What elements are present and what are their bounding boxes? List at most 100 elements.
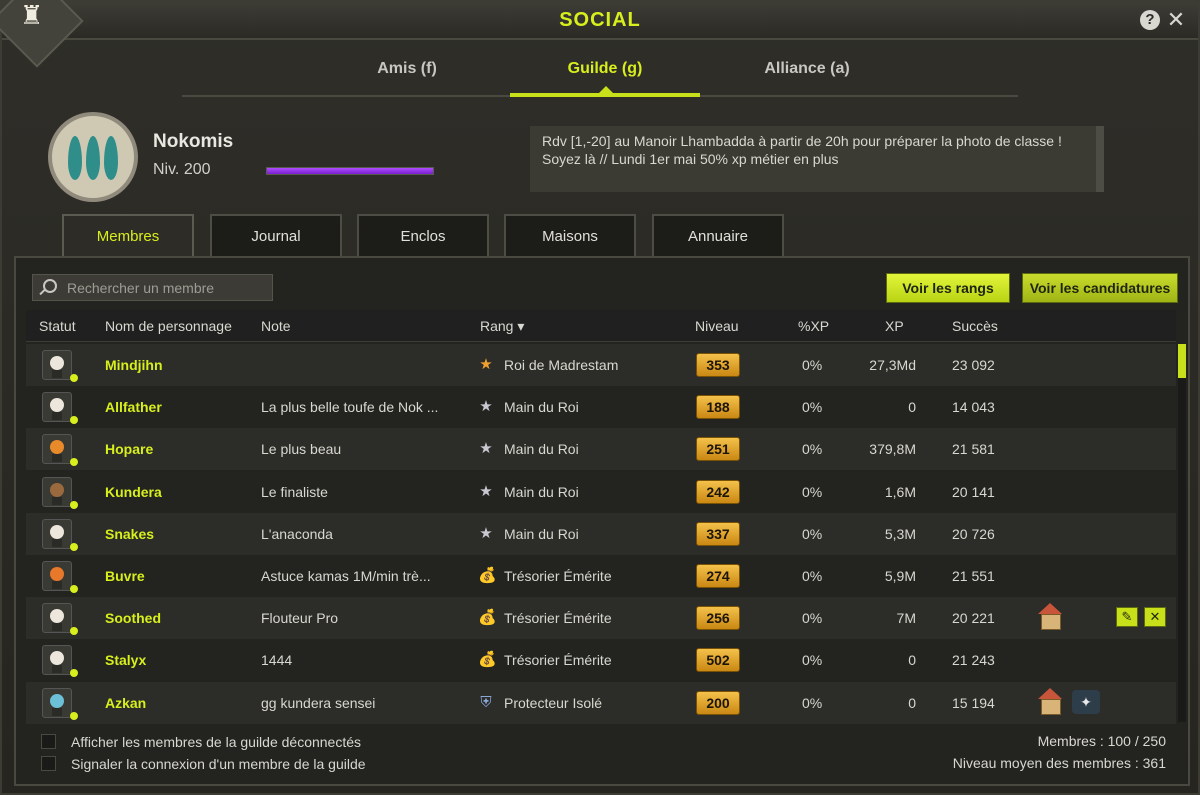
member-rank: Main du Roi	[504, 525, 579, 542]
notify-login-label: Signaler la connexion d'un membre de la …	[71, 756, 366, 772]
member-note: Le finaliste	[261, 483, 328, 500]
view-ranks-button[interactable]: Voir les rangs	[886, 273, 1010, 303]
subtab-journal[interactable]: Journal	[210, 214, 342, 256]
edit-member-button[interactable]: ✎	[1116, 607, 1138, 628]
member-xp-percent: 0%	[802, 441, 823, 458]
subtab-directory[interactable]: Annuaire	[652, 214, 784, 256]
member-xp: 5,9M	[884, 568, 916, 584]
member-rank: Roi de Madrestam	[504, 357, 619, 373]
avatar[interactable]	[42, 518, 72, 549]
silver-star-icon: ★	[479, 524, 493, 542]
guild-message-of-the-day: Rdv [1,-20] au Manoir Lhambadda à partir…	[530, 126, 1104, 192]
col-note[interactable]: Note	[261, 318, 291, 334]
level-badge: 337	[696, 521, 740, 546]
online-status-icon	[70, 458, 78, 467]
online-status-icon	[70, 416, 78, 425]
online-status-icon	[70, 542, 78, 551]
member-name[interactable]: Soothed	[105, 610, 255, 626]
view-applications-button[interactable]: Voir les candidatures	[1022, 273, 1178, 303]
table-row[interactable]: Mindjihn ★ Roi de Madrestam 353 0% 27,3Md 23 0…	[26, 344, 1176, 386]
level-badge: 251	[696, 437, 740, 462]
level-badge: 188	[696, 395, 740, 420]
avatar[interactable]	[42, 434, 72, 465]
scrollbar[interactable]	[1178, 344, 1186, 722]
level-badge: 274	[696, 564, 740, 588]
money-bag-icon: 💰	[478, 651, 497, 669]
member-name[interactable]: Kundera	[105, 484, 255, 500]
member-success: 21 581	[952, 441, 995, 458]
member-name[interactable]: Snakes	[105, 526, 255, 542]
member-name[interactable]: Buvre	[105, 568, 255, 584]
table-row[interactable]: Stalyx 1444 💰 Trésorier Émérite 502 0% 0 21 243	[26, 639, 1176, 682]
member-name[interactable]: Allfather	[105, 399, 255, 415]
average-level: Niveau moyen des membres : 361	[952, 755, 1166, 771]
subtab-members[interactable]: Membres	[62, 214, 194, 259]
member-xp: 27,3Md	[869, 357, 916, 373]
members-count: Membres : 100 / 250	[1037, 733, 1166, 749]
col-rank[interactable]: Rang ▾	[480, 318, 524, 335]
col-xp[interactable]: XP	[885, 318, 904, 334]
guild-emblem	[48, 112, 138, 202]
table-row[interactable]: Hopare Le plus beau ★ Main du Roi 251 0% 379,8…	[26, 428, 1176, 471]
member-xp: 379,8M	[869, 441, 916, 458]
table-row[interactable]: Buvre Astuce kamas 1M/min trè... 💰 Trésorie…	[26, 555, 1176, 597]
col-xp-pct[interactable]: %XP	[798, 318, 829, 334]
guild-xp-bar	[266, 167, 434, 175]
scrollbar-thumb[interactable]	[1178, 344, 1186, 378]
tab-alliance[interactable]: Alliance (a)	[712, 60, 902, 78]
mount-icon[interactable]: ✦	[1072, 689, 1100, 714]
show-offline-label: Afficher les membres de la guilde déconn…	[71, 734, 362, 750]
avatar[interactable]	[42, 603, 72, 634]
notify-login-checkbox[interactable]	[41, 756, 56, 771]
subtab-houses[interactable]: Maisons	[504, 214, 636, 256]
kick-member-button[interactable]: ✕	[1144, 607, 1166, 628]
col-status[interactable]: Statut	[39, 318, 76, 334]
table-row[interactable]: Allfather La plus belle toufe de Nok ... ★…	[26, 386, 1176, 429]
member-xp-percent: 0%	[802, 568, 823, 584]
active-tab-indicator	[510, 93, 700, 97]
show-offline-checkbox[interactable]	[41, 734, 56, 749]
col-success[interactable]: Succès	[952, 318, 998, 334]
table-row[interactable]: Kundera Le finaliste ★ Main du Roi 242 0% 1,6M…	[26, 470, 1176, 513]
silver-star-icon: ★	[479, 398, 493, 416]
member-xp-percent: 0%	[802, 483, 823, 500]
house-icon[interactable]	[1036, 603, 1064, 631]
help-button[interactable]: ?	[1140, 10, 1160, 30]
member-name[interactable]: Azkan	[105, 695, 255, 711]
avatar[interactable]	[42, 476, 72, 507]
shield-icon: ⛨	[480, 693, 492, 711]
close-button[interactable]: ✕	[1166, 9, 1186, 31]
col-level[interactable]: Niveau	[695, 318, 739, 334]
tab-friends[interactable]: Amis (f)	[312, 60, 502, 78]
table-row[interactable]: Soothed Flouteur Pro 💰 Trésorier Émérite 256…	[26, 597, 1176, 640]
table-row[interactable]: Azkan gg kundera sensei ⛨ Protecteur Isolé 2…	[26, 681, 1176, 724]
member-name[interactable]: Hopare	[105, 441, 255, 457]
member-success: 23 092	[952, 357, 995, 373]
col-name[interactable]: Nom de personnage	[105, 318, 232, 334]
tab-guild[interactable]: Guilde (g)	[510, 60, 700, 78]
member-xp: 7M	[896, 610, 916, 627]
gold-star-icon: ★	[479, 356, 493, 373]
member-note: La plus belle toufe de Nok ...	[261, 399, 439, 416]
avatar[interactable]	[42, 645, 72, 676]
house-icon[interactable]	[1036, 687, 1064, 716]
level-badge: 256	[696, 606, 740, 631]
member-success: 21 243	[952, 652, 995, 669]
table-row[interactable]: Snakes L'anaconda ★ Main du Roi 337 0% 5,3M 20 …	[26, 512, 1176, 555]
avatar[interactable]	[42, 561, 72, 591]
member-name[interactable]: Stalyx	[105, 652, 255, 668]
search-input[interactable]: Rechercher un membre	[32, 274, 273, 301]
social-window: ♜ SOCIAL ? ✕ Amis (f) Guilde (g) Allianc…	[0, 0, 1200, 795]
money-bag-icon: 💰	[478, 567, 497, 584]
subtab-paddocks[interactable]: Enclos	[357, 214, 489, 256]
member-success: 15 194	[952, 694, 995, 711]
avatar[interactable]	[42, 350, 72, 380]
avatar[interactable]	[42, 687, 72, 718]
silver-star-icon: ★	[479, 440, 493, 458]
member-rank: Trésorier Émérite	[504, 568, 612, 584]
member-rank: Protecteur Isolé	[504, 694, 603, 711]
avatar[interactable]	[42, 392, 72, 423]
online-status-icon	[70, 374, 78, 382]
member-name[interactable]: Mindjihn	[105, 357, 255, 373]
member-xp-percent: 0%	[802, 399, 823, 416]
